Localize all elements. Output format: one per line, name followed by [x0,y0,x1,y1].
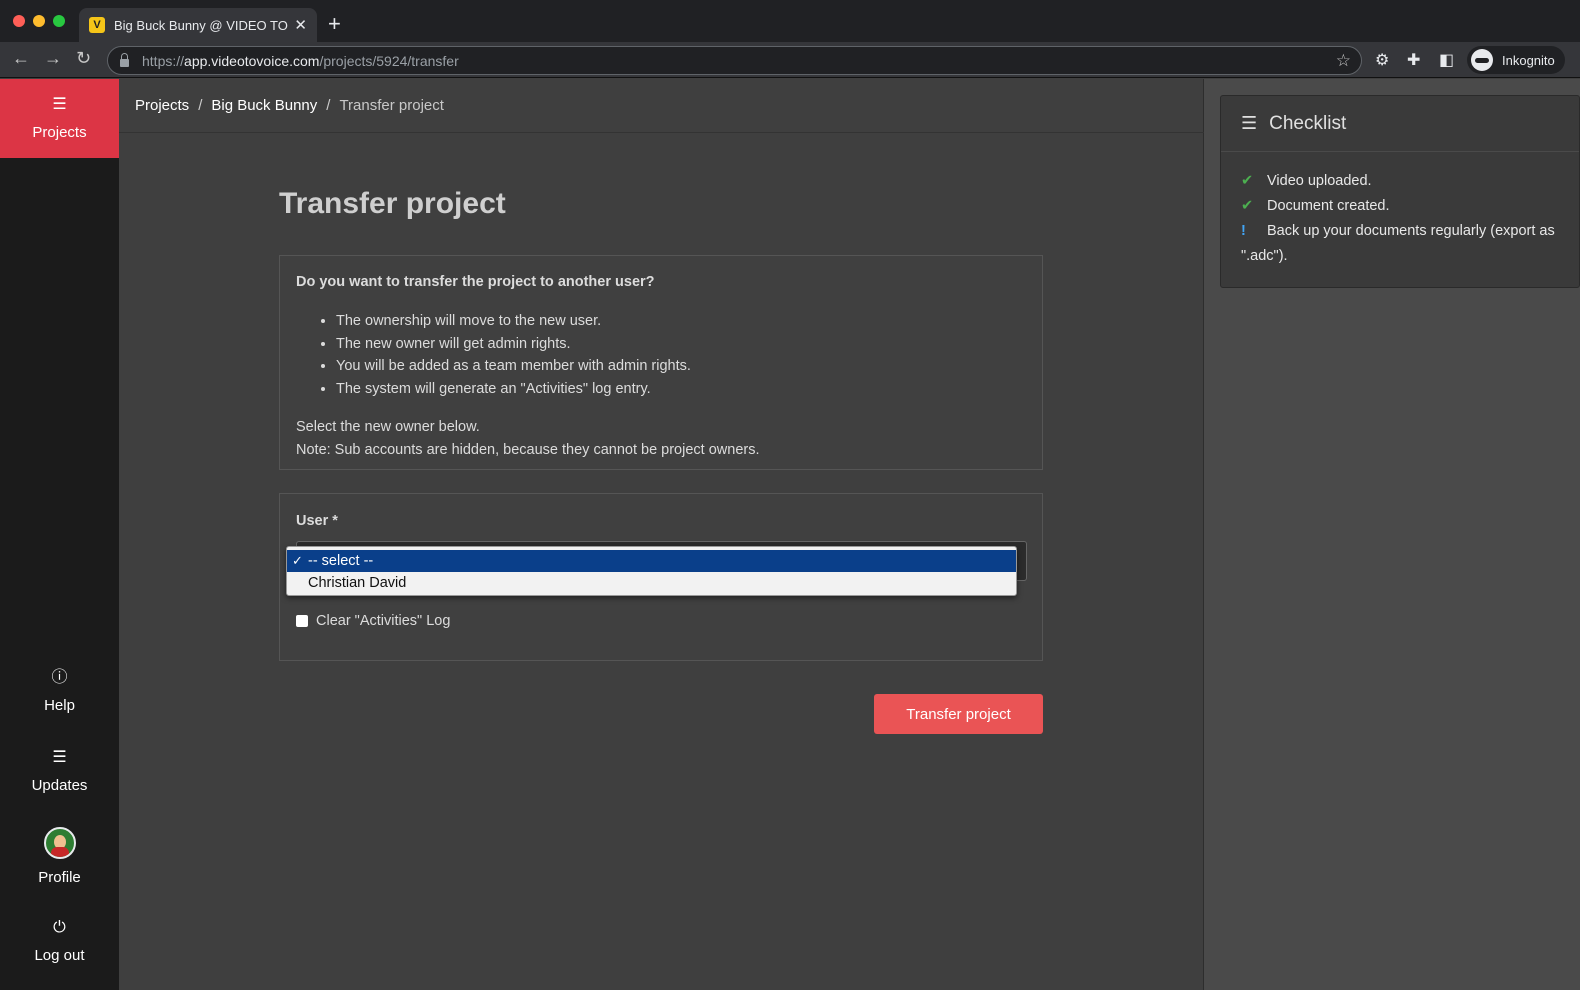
browser-tab-strip: V Big Buck Bunny @ VIDEO TO V ✕ + [0,0,1580,42]
side-panel-icon[interactable]: ◧ [1439,50,1454,70]
checklist-item: ✔ Video uploaded. [1241,169,1579,194]
help-circle-icon: ⓘ [51,669,68,686]
app-sidebar: ☰ Projects ⓘ Help ☰ Updates Profile ⏻ Lo… [0,79,119,990]
incognito-profile-button[interactable]: Inkognito [1467,46,1565,74]
back-arrow-icon[interactable]: ← [12,48,30,69]
forward-arrow-icon[interactable]: → [44,48,62,69]
breadcrumb-link-projects[interactable]: Projects [135,97,189,114]
window-maximize-button[interactable] [53,15,65,27]
breadcrumb: Projects / Big Buck Bunny / Transfer pro… [119,79,1204,133]
breadcrumb-separator: / [326,97,331,114]
transfer-consequences-list: The ownership will move to the new user.… [296,310,1026,400]
user-field-label: User * [296,513,338,529]
new-tab-icon[interactable]: + [328,11,341,37]
breadcrumb-link-project[interactable]: Big Buck Bunny [211,97,317,114]
extensions-puzzle-icon[interactable]: ✚ [1407,50,1420,70]
select-owner-note: Select the new owner below. [296,419,480,435]
checklist-items: ✔ Video uploaded. ✔ Document created. ! … [1221,152,1579,269]
checkmark-icon: ✔ [1241,198,1254,214]
power-icon: ⏻ [53,919,66,936]
address-bar[interactable]: https://app.videotovoice.com/projects/59… [107,46,1362,75]
user-option-christian-david[interactable]: Christian David [287,572,1016,594]
checklist-item-text: Back up your documents regularly (export… [1241,223,1555,264]
favicon-icon: V [89,17,105,33]
transfer-project-button[interactable]: Transfer project [874,694,1043,734]
reload-icon[interactable]: ↻ [76,48,91,69]
right-panel: ☰ Checklist ✔ Video uploaded. ✔ Document… [1204,79,1580,990]
checkmark-icon: ✔ [1241,173,1254,189]
user-select-card: User * ✓ -- select -- Christian David Cl… [279,493,1043,661]
user-option-select[interactable]: ✓ -- select -- [287,550,1016,572]
list-icon: ☰ [52,96,67,113]
exclamation-icon: ! [1241,223,1246,239]
list-item: You will be added as a team member with … [336,355,1026,378]
tab-title: Big Buck Bunny @ VIDEO TO V [114,17,290,33]
sidebar-item-label: Projects [32,124,87,141]
checklist-card: ☰ Checklist ✔ Video uploaded. ✔ Document… [1220,95,1580,288]
list-item: The ownership will move to the new user. [336,310,1026,333]
sidebar-item-label: Profile [38,869,81,886]
checklist-item: ! Back up your documents regularly (expo… [1241,219,1579,269]
list-icon: ☰ [1241,113,1258,133]
window-minimize-button[interactable] [33,15,45,27]
list-item: The system will generate an "Activities"… [336,378,1026,401]
clear-log-label: Clear "Activities" Log [316,613,451,629]
sidebar-item-updates[interactable]: ☰ Updates [0,749,119,794]
checklist-item: ✔ Document created. [1241,194,1579,219]
checklist-item-text: Video uploaded. [1267,173,1372,189]
checklist-title: Checklist [1269,112,1347,134]
sidebar-item-label: Help [44,697,75,714]
sidebar-item-label: Log out [34,947,85,964]
main-content: Projects / Big Buck Bunny / Transfer pro… [119,79,1204,990]
sidebar-item-profile[interactable]: Profile [0,827,119,886]
avatar [43,827,76,859]
list-icon: ☰ [52,749,67,766]
window-close-button[interactable] [13,15,25,27]
lock-icon [120,52,129,67]
transfer-question: Do you want to transfer the project to a… [296,274,655,290]
clear-log-checkbox[interactable] [296,615,308,627]
browser-tab[interactable]: V Big Buck Bunny @ VIDEO TO V ✕ [79,8,317,42]
sidebar-item-label: Updates [31,777,88,794]
incognito-label: Inkognito [1502,52,1555,68]
option-label: Christian David [308,575,407,591]
checkmark-icon: ✓ [292,553,303,568]
breadcrumb-current: Transfer project [339,97,444,114]
sub-accounts-note: Note: Sub accounts are hidden, because t… [296,441,760,458]
url-text: https://app.videotovoice.com/projects/59… [142,52,459,69]
list-item: The new owner will get admin rights. [336,333,1026,356]
gear-icon[interactable]: ⚙ [1375,50,1389,70]
checklist-item-text: Document created. [1267,198,1390,214]
browser-toolbar: ← → ↻ https://app.videotovoice.com/proje… [0,42,1580,78]
clear-log-option[interactable]: Clear "Activities" Log [296,613,450,629]
option-label: -- select -- [308,553,374,569]
breadcrumb-separator: / [198,97,203,114]
sidebar-item-help[interactable]: ⓘ Help [0,669,119,714]
sidebar-item-projects[interactable]: ☰ Projects [0,79,119,158]
transfer-info-card: Do you want to transfer the project to a… [279,255,1043,470]
incognito-icon [1471,49,1493,71]
user-select-dropdown[interactable]: ✓ -- select -- Christian David [286,546,1017,596]
bookmark-star-icon[interactable]: ☆ [1336,51,1351,71]
page-title: Transfer project [279,187,506,220]
sidebar-item-logout[interactable]: ⏻ Log out [0,919,119,964]
checklist-header: ☰ Checklist [1221,96,1579,152]
tab-close-icon[interactable]: ✕ [294,16,307,34]
